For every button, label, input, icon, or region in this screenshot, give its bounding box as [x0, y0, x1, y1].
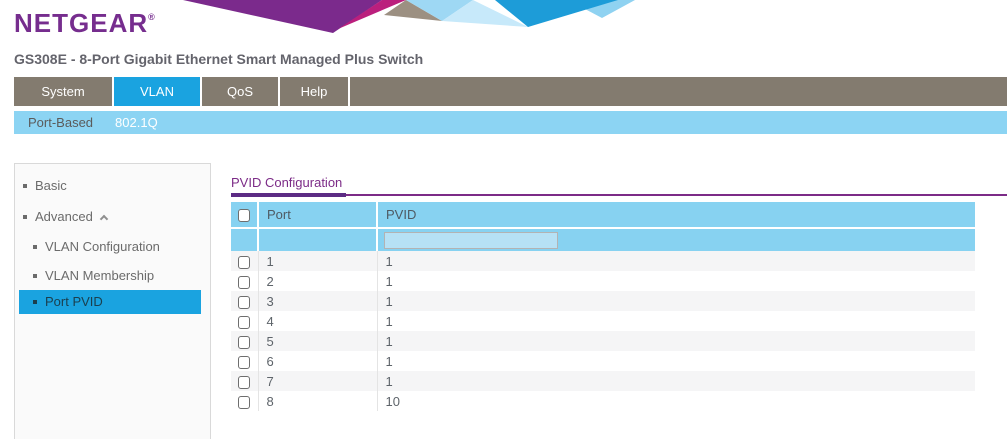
- sidebar: Basic Advanced VLAN Configuration VLAN Memb…: [14, 163, 211, 439]
- pvid-edit-row: [231, 228, 975, 251]
- row-checkbox[interactable]: [238, 336, 250, 349]
- sidebar-item-advanced[interactable]: Advanced: [15, 205, 210, 229]
- main-panel: PVID Configuration Port PVID 11213141516…: [231, 170, 1007, 411]
- bullet-icon: [33, 274, 37, 278]
- row-checkbox[interactable]: [238, 396, 250, 409]
- pvid-cell: 1: [377, 251, 975, 271]
- pvid-cell: 1: [377, 351, 975, 371]
- table-row: 810: [231, 391, 975, 411]
- row-checkbox[interactable]: [238, 276, 250, 289]
- row-checkbox[interactable]: [238, 356, 250, 369]
- top-nav: SystemVLANQoSHelp: [14, 77, 1007, 106]
- pvid-cell: 10: [377, 391, 975, 411]
- table-row: 21: [231, 271, 975, 291]
- banner-art: [170, 0, 635, 34]
- port-cell: 6: [258, 351, 377, 371]
- port-cell: 8: [258, 391, 377, 411]
- sidebar-item-basic[interactable]: Basic: [15, 174, 210, 198]
- subnav-item-port-based[interactable]: Port-Based: [28, 115, 93, 130]
- sidebar-item-label: Basic: [35, 178, 67, 193]
- pvid-cell: 1: [377, 271, 975, 291]
- port-cell: 5: [258, 331, 377, 351]
- collapse-caret-icon[interactable]: [100, 215, 108, 223]
- sidebar-item-label: VLAN Membership: [45, 268, 154, 283]
- table-row: 31: [231, 291, 975, 311]
- section-heading: PVID Configuration: [231, 170, 346, 197]
- netgear-logo-text: NETGEAR: [14, 8, 148, 38]
- tab-qos[interactable]: QoS: [202, 77, 280, 106]
- sidebar-item-label: Advanced: [35, 209, 93, 224]
- row-checkbox[interactable]: [238, 316, 250, 329]
- port-cell: 1: [258, 251, 377, 271]
- table-row: 41: [231, 311, 975, 331]
- port-cell: 7: [258, 371, 377, 391]
- pvid-table-header: Port PVID: [231, 202, 975, 251]
- page-title: GS308E - 8-Port Gigabit Ethernet Smart M…: [14, 51, 423, 67]
- sidebar-item-label: Port PVID: [45, 294, 103, 309]
- table-row: 11: [231, 251, 975, 271]
- pvid-table-body: 11213141516171810: [231, 251, 975, 411]
- pvid-cell: 1: [377, 371, 975, 391]
- bullet-icon: [33, 300, 37, 304]
- pvid-cell: 1: [377, 331, 975, 351]
- table-row: 51: [231, 331, 975, 351]
- tab-vlan[interactable]: VLAN: [114, 77, 202, 106]
- tab-help[interactable]: Help: [280, 77, 350, 106]
- subnav-item-802-1q[interactable]: 802.1Q: [115, 115, 158, 130]
- sidebar-item-vlan-configuration[interactable]: VLAN Configuration: [15, 235, 210, 259]
- tab-system[interactable]: System: [14, 77, 114, 106]
- row-checkbox[interactable]: [238, 376, 250, 389]
- column-header-port: Port: [258, 202, 377, 228]
- row-checkbox[interactable]: [238, 296, 250, 309]
- netgear-logo: NETGEAR®: [14, 8, 155, 39]
- select-all-checkbox[interactable]: [238, 209, 250, 222]
- sidebar-item-port-pvid[interactable]: Port PVID: [19, 290, 201, 314]
- pvid-table: Port PVID 11213141516171810: [231, 202, 975, 411]
- port-cell: 4: [258, 311, 377, 331]
- table-row: 61: [231, 351, 975, 371]
- pvid-cell: 1: [377, 291, 975, 311]
- sidebar-item-label: VLAN Configuration: [45, 239, 160, 254]
- pvid-cell: 1: [377, 311, 975, 331]
- sub-nav: Port-Based 802.1Q: [14, 111, 1007, 134]
- port-cell: 2: [258, 271, 377, 291]
- bullet-icon: [33, 245, 37, 249]
- column-header-pvid: PVID: [377, 202, 975, 228]
- bullet-icon: [23, 215, 27, 219]
- bullet-icon: [23, 184, 27, 188]
- row-checkbox[interactable]: [238, 256, 250, 269]
- registered-mark: ®: [148, 12, 155, 22]
- pvid-input[interactable]: [384, 232, 558, 249]
- table-row: 71: [231, 371, 975, 391]
- sidebar-item-vlan-membership[interactable]: VLAN Membership: [15, 264, 210, 288]
- heading-divider: [231, 194, 1007, 196]
- port-cell: 3: [258, 291, 377, 311]
